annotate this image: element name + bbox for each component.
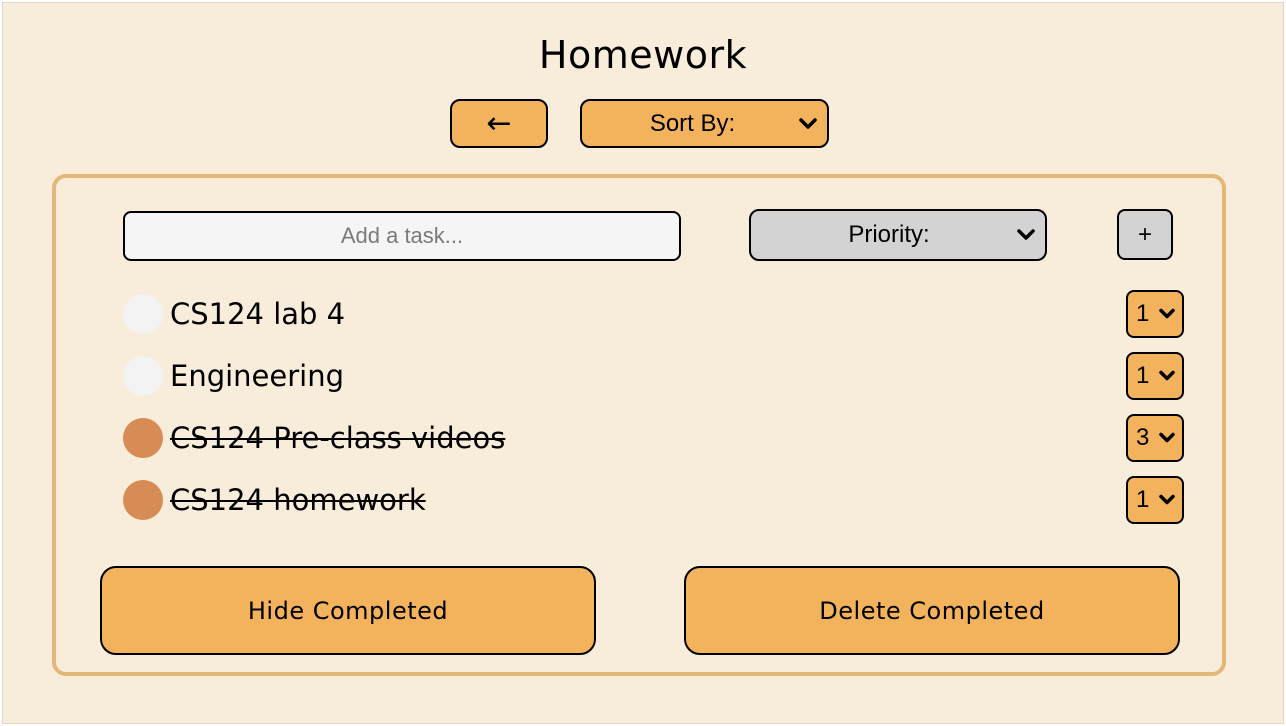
chevron-down-icon bbox=[1159, 494, 1175, 505]
chevron-down-icon bbox=[1159, 370, 1175, 381]
task-priority-select[interactable]: 3 bbox=[1126, 414, 1184, 462]
chevron-down-icon bbox=[1017, 229, 1035, 240]
task-row: CS124 homework 1 bbox=[123, 476, 1188, 524]
task-label: CS124 Pre-class videos bbox=[170, 421, 506, 455]
task-complete-toggle[interactable] bbox=[123, 356, 163, 396]
task-complete-toggle[interactable] bbox=[123, 480, 163, 520]
task-priority-value: 1 bbox=[1136, 486, 1150, 513]
task-priority-value: 1 bbox=[1136, 362, 1150, 389]
back-button[interactable]: ← bbox=[450, 99, 548, 148]
task-row: CS124 lab 4 1 bbox=[123, 290, 1188, 338]
page-title: Homework bbox=[538, 33, 748, 77]
task-priority-value: 3 bbox=[1136, 424, 1150, 451]
task-priority-select[interactable]: 1 bbox=[1126, 290, 1184, 338]
chevron-down-icon bbox=[1159, 308, 1175, 319]
task-row: Engineering 1 bbox=[123, 352, 1188, 400]
delete-completed-button[interactable]: Delete Completed bbox=[684, 566, 1180, 655]
chevron-down-icon bbox=[799, 117, 817, 129]
task-complete-toggle[interactable] bbox=[123, 418, 163, 458]
add-task-button[interactable]: + bbox=[1117, 209, 1173, 260]
sort-select[interactable]: Sort By: bbox=[580, 99, 829, 148]
task-complete-toggle[interactable] bbox=[123, 294, 163, 334]
priority-select[interactable]: Priority: bbox=[749, 209, 1047, 261]
sort-select-label: Sort By: bbox=[649, 109, 736, 137]
task-priority-value: 1 bbox=[1136, 300, 1150, 327]
task-label: Engineering bbox=[170, 359, 344, 393]
task-label: CS124 lab 4 bbox=[170, 297, 346, 331]
task-priority-select[interactable]: 1 bbox=[1126, 352, 1184, 400]
chevron-down-icon bbox=[1159, 432, 1175, 443]
priority-select-label: Priority: bbox=[848, 221, 930, 248]
hide-completed-button[interactable]: Hide Completed bbox=[100, 566, 596, 655]
task-priority-select[interactable]: 1 bbox=[1126, 476, 1184, 524]
task-row: CS124 Pre-class videos 3 bbox=[123, 414, 1188, 462]
task-label: CS124 homework bbox=[170, 483, 426, 517]
add-task-input[interactable] bbox=[123, 211, 681, 261]
